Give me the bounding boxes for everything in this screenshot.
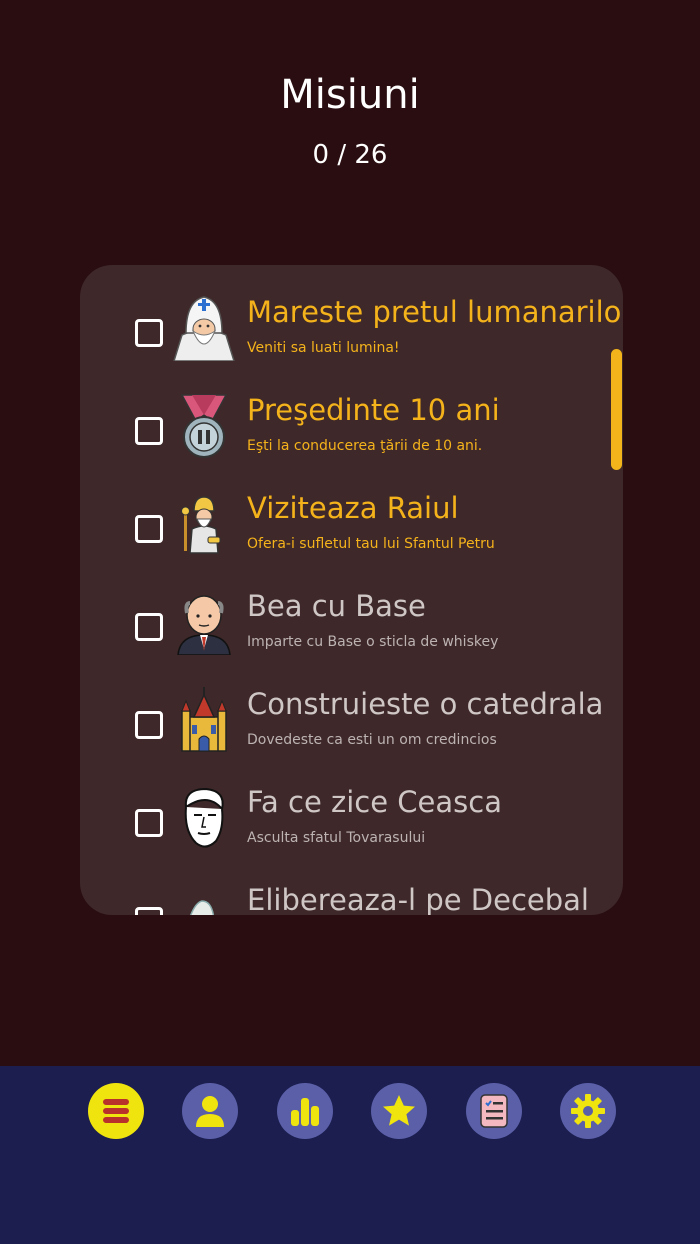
scrollbar-thumb[interactable] bbox=[611, 349, 622, 470]
settings-icon bbox=[571, 1094, 605, 1128]
mission-checkbox[interactable] bbox=[135, 711, 163, 739]
nav-profile-button[interactable] bbox=[182, 1083, 238, 1139]
missions-list[interactable]: Mareste pretul lumanarilor Veniti sa lua… bbox=[80, 265, 623, 915]
mission-checkbox[interactable] bbox=[135, 613, 163, 641]
list-item[interactable]: Preşedinte 10 ani Eşti la conducerea ţăr… bbox=[80, 363, 623, 461]
mission-checkbox[interactable] bbox=[135, 417, 163, 445]
user-icon bbox=[196, 1096, 224, 1127]
list-item[interactable]: Mareste pretul lumanarilor Veniti sa lua… bbox=[80, 265, 623, 363]
list-item[interactable]: Fa ce zice Ceasca Asculta sfatul Tovaras… bbox=[80, 755, 623, 853]
mission-checkbox[interactable] bbox=[135, 319, 163, 347]
list-item[interactable]: Viziteaza Raiul Ofera-i sufletul tau lui… bbox=[80, 461, 623, 559]
face-sketch-icon bbox=[184, 787, 224, 848]
mission-subtitle: Eşti la conducerea ţării de 10 ani. bbox=[247, 438, 483, 454]
saint-peter-icon bbox=[181, 496, 221, 554]
star-icon bbox=[383, 1095, 415, 1126]
nav-missions-button[interactable] bbox=[466, 1083, 522, 1139]
mission-checkbox[interactable] bbox=[135, 907, 163, 915]
missions-icon bbox=[480, 1094, 508, 1128]
bald-man-icon bbox=[177, 595, 231, 655]
mission-subtitle: Imparte cu Base o sticla de whiskey bbox=[247, 634, 499, 650]
nav-settings-button[interactable] bbox=[560, 1083, 616, 1139]
mission-title: Elibereaza-l pe Decebal bbox=[247, 883, 589, 915]
mission-subtitle: Asculta sfatul Tovarasului bbox=[247, 830, 426, 846]
page-title: Misiuni bbox=[280, 72, 420, 118]
nav-menu-button[interactable] bbox=[88, 1083, 144, 1139]
mission-title: Bea cu Base bbox=[247, 589, 426, 623]
patriarch-icon bbox=[173, 296, 235, 361]
mission-checkbox[interactable] bbox=[135, 809, 163, 837]
list-item[interactable]: Elibereaza-l pe Decebal bbox=[80, 853, 623, 915]
mission-title: Preşedinte 10 ani bbox=[247, 393, 500, 427]
mission-subtitle: Dovedeste ca esti un om credincios bbox=[247, 732, 497, 748]
mission-title: Construieste o catedrala bbox=[247, 687, 604, 721]
medal-icon bbox=[180, 394, 228, 458]
statue-icon bbox=[189, 900, 215, 915]
mission-title: Viziteaza Raiul bbox=[247, 491, 459, 525]
mission-subtitle: Ofera-i sufletul tau lui Sfantul Petru bbox=[247, 536, 495, 552]
list-item[interactable]: Construieste o catedrala Dovedeste ca es… bbox=[80, 657, 623, 755]
missions-progress: 0 / 26 bbox=[312, 140, 388, 170]
nav-favorites-button[interactable] bbox=[371, 1083, 427, 1139]
list-item[interactable]: Bea cu Base Imparte cu Base o sticla de … bbox=[80, 559, 623, 657]
menu-icon bbox=[103, 1099, 129, 1123]
cathedral-icon bbox=[181, 687, 227, 752]
mission-subtitle: Veniti sa luati lumina! bbox=[247, 340, 400, 356]
mission-title: Mareste pretul lumanarilor bbox=[247, 295, 623, 329]
stats-icon bbox=[291, 1098, 319, 1126]
mission-checkbox[interactable] bbox=[135, 515, 163, 543]
nav-stats-button[interactable] bbox=[277, 1083, 333, 1139]
mission-title: Fa ce zice Ceasca bbox=[247, 785, 502, 819]
